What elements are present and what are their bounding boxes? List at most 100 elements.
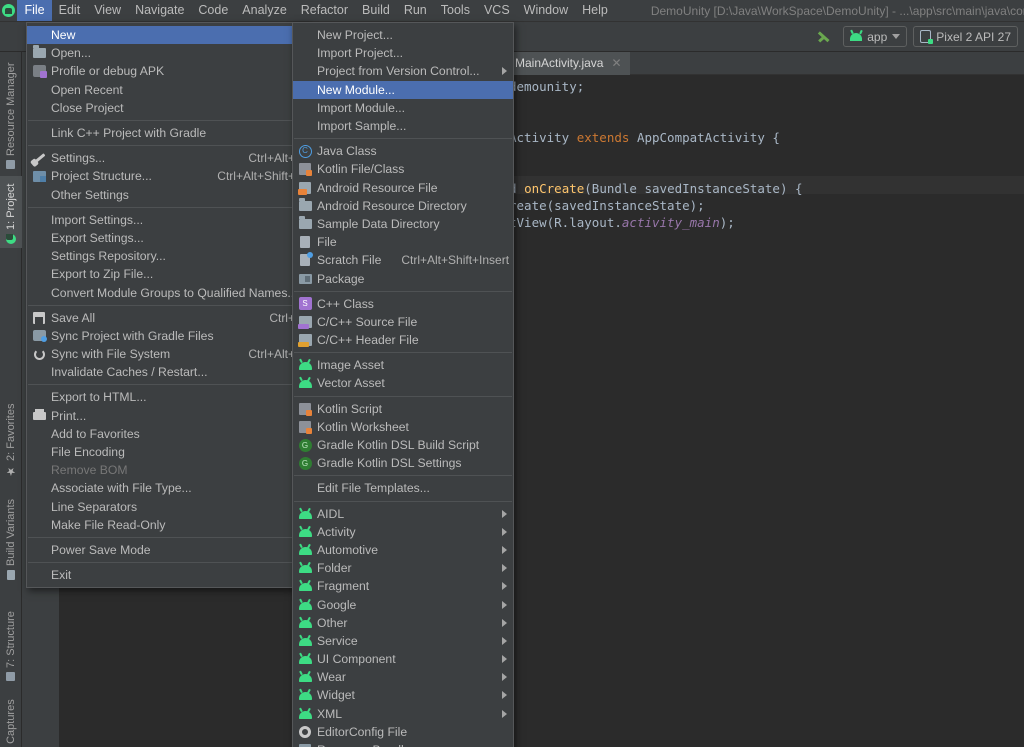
chevron-right-icon — [502, 564, 507, 573]
file-menu-item-open-recent[interactable]: Open Recent — [27, 81, 309, 99]
file-menu-item-settings[interactable]: Settings... Ctrl+Alt+S — [27, 149, 309, 167]
sidebar-item-layout-captures[interactable]: Layout Captures — [0, 697, 22, 747]
new-menu-item-image-asset[interactable]: Image Asset — [293, 356, 513, 374]
file-menu-item-power-save-mode[interactable]: Power Save Mode — [27, 541, 309, 559]
new-submenu-popup[interactable]: New Project... Import Project... Project f… — [292, 22, 514, 747]
new-menu-item-import-module[interactable]: Import Module... — [293, 99, 513, 117]
editor-code[interactable]: demounity; Activity extends AppCompatAct… — [509, 78, 1024, 747]
new-menu-item-c-c-header-file[interactable]: C/C++ Header File — [293, 331, 513, 349]
file-menu-item-sync-with-file-system[interactable]: Sync with File System Ctrl+Alt+Y — [27, 345, 309, 363]
sidebar-item-build-variants[interactable]: Build Variants — [0, 492, 22, 584]
new-menu-item-service[interactable]: Service — [293, 632, 513, 650]
menu-item-label: Resource Bundle — [317, 743, 507, 747]
file-menu-item-make-file-read-only[interactable]: Make File Read-Only — [27, 516, 309, 534]
new-menu-item-java-class[interactable]: C Java Class — [293, 142, 513, 160]
new-menu-item-wear[interactable]: Wear — [293, 668, 513, 686]
new-menu-item-file[interactable]: File — [293, 233, 513, 251]
new-menu-item-edit-file-templates[interactable]: Edit File Templates... — [293, 479, 513, 497]
file-menu-item-new[interactable]: New — [27, 26, 309, 45]
menubar-item-analyze[interactable]: Analyze — [235, 0, 293, 21]
file-menu-item-line-separators[interactable]: Line Separators — [27, 498, 309, 516]
file-menu-item-add-to-favorites[interactable]: Add to Favorites — [27, 425, 309, 443]
menubar-item-refactor[interactable]: Refactor — [294, 0, 355, 21]
new-menu-item-other[interactable]: Other — [293, 614, 513, 632]
new-menu-item-ui-component[interactable]: UI Component — [293, 650, 513, 668]
file-menu-item-link-c-project-with-gradle[interactable]: Link C++ Project with Gradle — [27, 124, 309, 142]
file-menu-item-export-to-zip-file[interactable]: Export to Zip File... — [27, 265, 309, 283]
new-menu-item-scratch-file[interactable]: Scratch File Ctrl+Alt+Shift+Insert — [293, 251, 513, 269]
menubar-item-code[interactable]: Code — [191, 0, 235, 21]
new-menu-item-c-c-source-file[interactable]: C/C++ Source File — [293, 313, 513, 331]
new-menu-item-aidl[interactable]: AIDL — [293, 505, 513, 523]
menubar-item-file[interactable]: File — [17, 0, 52, 21]
new-menu-item-automotive[interactable]: Automotive — [293, 541, 513, 559]
file-menu-item-close-project[interactable]: Close Project — [27, 99, 309, 117]
menubar-item-view[interactable]: View — [87, 0, 128, 21]
sidebar-item-favorites[interactable]: ★ 2: Favorites — [0, 402, 22, 482]
file-menu-item-export-to-html[interactable]: Export to HTML... — [27, 388, 309, 406]
new-menu-item-fragment[interactable]: Fragment — [293, 577, 513, 595]
file-menu-item-save-all[interactable]: Save All Ctrl+S — [27, 309, 309, 327]
file-menu-item-sync-project-with-gradle-files[interactable]: Sync Project with Gradle Files — [27, 327, 309, 345]
new-menu-item-editorconfig-file[interactable]: EditorConfig File — [293, 723, 513, 741]
sidebar-item-project[interactable]: 1: Project — [0, 176, 22, 248]
new-menu-item-kotlin-file-class[interactable]: Kotlin File/Class — [293, 160, 513, 178]
menubar-item-build[interactable]: Build — [355, 0, 397, 21]
new-menu-item-kotlin-script[interactable]: Kotlin Script — [293, 400, 513, 418]
editor-tab-mainactivity[interactable]: MainActivity.java ✕ — [505, 52, 630, 75]
new-menu-item-google[interactable]: Google — [293, 595, 513, 613]
file-menu-item-invalidate-caches-restart[interactable]: Invalidate Caches / Restart... — [27, 363, 309, 381]
sidebar-item-structure[interactable]: 7: Structure — [0, 600, 22, 685]
file-menu-item-print[interactable]: Print... — [27, 407, 309, 425]
new-menu-item-c-class[interactable]: S C++ Class — [293, 295, 513, 313]
new-menu-item-resource-bundle[interactable]: Resource Bundle — [293, 741, 513, 747]
menu-separator — [28, 304, 308, 306]
file-menu-item-import-settings[interactable]: Import Settings... — [27, 211, 309, 229]
new-menu-item-xml[interactable]: XML — [293, 705, 513, 723]
device-selector[interactable]: Pixel 2 API 27 — [913, 26, 1018, 47]
file-menu-item-export-settings[interactable]: Export Settings... — [27, 229, 309, 247]
new-menu-item-new-module[interactable]: New Module... — [293, 80, 513, 99]
run-configuration-selector[interactable]: app — [843, 26, 908, 47]
file-menu-item-profile-or-debug-apk[interactable]: Profile or debug APK — [27, 62, 309, 80]
file-menu-item-associate-with-file-type[interactable]: Associate with File Type... — [27, 479, 309, 497]
new-menu-item-import-sample[interactable]: Import Sample... — [293, 117, 513, 135]
new-menu-item-android-resource-file[interactable]: Android Resource File — [293, 179, 513, 197]
file-menu-item-convert-module-groups-to-qualified-names[interactable]: Convert Module Groups to Qualified Names… — [27, 283, 309, 301]
file-menu-item-open[interactable]: Open... — [27, 44, 309, 62]
file-menu-item-other-settings[interactable]: Other Settings — [27, 186, 309, 204]
menubar-item-run[interactable]: Run — [397, 0, 434, 21]
new-menu-item-android-resource-directory[interactable]: Android Resource Directory — [293, 197, 513, 215]
droid-icon — [298, 601, 312, 610]
new-menu-item-activity[interactable]: Activity — [293, 523, 513, 541]
new-menu-item-vector-asset[interactable]: Vector Asset — [293, 374, 513, 392]
hammer-icon[interactable] — [815, 28, 837, 46]
new-menu-item-folder[interactable]: Folder — [293, 559, 513, 577]
new-menu-item-package[interactable]: Package — [293, 269, 513, 287]
new-menu-item-import-project[interactable]: Import Project... — [293, 44, 513, 62]
menu-item-icon: G — [293, 436, 317, 454]
menubar-item-tools[interactable]: Tools — [434, 0, 477, 21]
new-menu-item-kotlin-worksheet[interactable]: Kotlin Worksheet — [293, 418, 513, 436]
sidebar-item-resource-manager[interactable]: Resource Manager — [0, 58, 22, 173]
new-menu-item-gradle-kotlin-dsl-settings[interactable]: G Gradle Kotlin DSL Settings — [293, 454, 513, 472]
close-icon[interactable]: ✕ — [611, 56, 621, 70]
menubar-item-navigate[interactable]: Navigate — [128, 0, 191, 21]
menu-item-icon — [293, 313, 317, 331]
new-menu-item-new-project[interactable]: New Project... — [293, 26, 513, 44]
menubar-item-help[interactable]: Help — [575, 0, 615, 21]
new-menu-item-sample-data-directory[interactable]: Sample Data Directory — [293, 215, 513, 233]
menu-item-label: Power Save Mode — [51, 542, 151, 557]
file-menu-item-exit[interactable]: Exit — [27, 566, 309, 584]
menubar-item-edit[interactable]: Edit — [52, 0, 88, 21]
new-menu-item-gradle-kotlin-dsl-build-script[interactable]: G Gradle Kotlin DSL Build Script — [293, 436, 513, 454]
new-menu-item-project-from-version-control[interactable]: Project from Version Control... — [293, 62, 513, 80]
new-menu-item-widget[interactable]: Widget — [293, 686, 513, 704]
file-menu-popup[interactable]: New Open... Profile or debug APK Open Recen… — [26, 22, 310, 589]
file-menu-item-settings-repository[interactable]: Settings Repository... — [27, 247, 309, 265]
menu-item-icon-empty — [293, 26, 317, 44]
menubar-item-vcs[interactable]: VCS — [477, 0, 517, 21]
file-menu-item-project-structure[interactable]: Project Structure... Ctrl+Alt+Shift+S — [27, 167, 309, 185]
file-menu-item-file-encoding[interactable]: File Encoding — [27, 443, 309, 461]
menubar-item-window[interactable]: Window — [517, 0, 575, 21]
